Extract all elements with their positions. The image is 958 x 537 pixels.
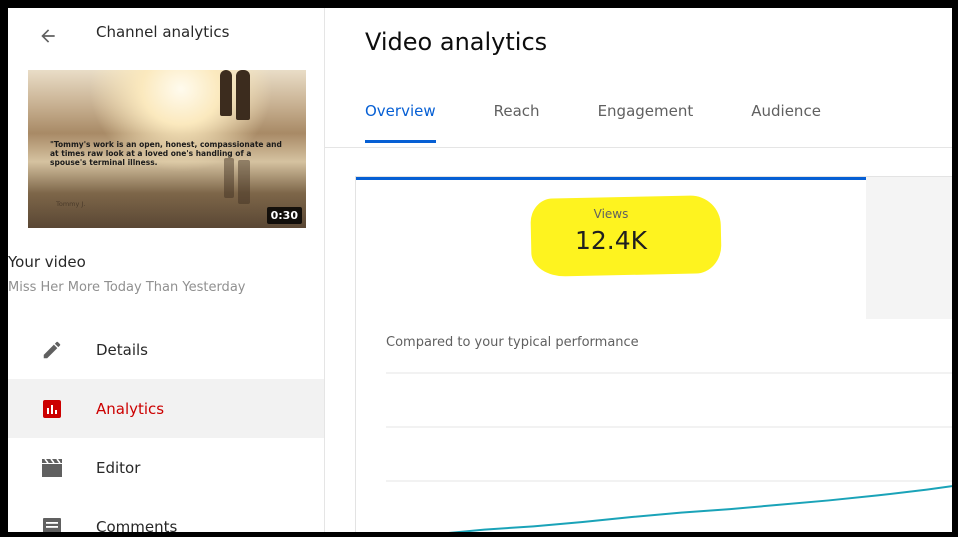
app-frame: Channel analytics "Tommy's work is an op… <box>8 8 952 532</box>
metric-value: 12.4K <box>574 226 648 255</box>
thumbnail-credit: Tommy J. <box>56 200 86 208</box>
your-video-label: Your video <box>8 253 86 271</box>
chart-series-line <box>448 485 952 532</box>
pencil-icon <box>40 338 64 362</box>
page-title: Video analytics <box>365 28 548 56</box>
metric-tab-views[interactable]: Views 12.4K <box>356 177 866 322</box>
analytics-icon <box>40 397 64 421</box>
sidebar-item-label: Analytics <box>96 399 165 418</box>
tab-divider <box>325 147 952 148</box>
comparison-caption: Compared to your typical performance <box>386 335 639 350</box>
video-thumbnail[interactable]: "Tommy's work is an open, honest, compas… <box>28 70 306 228</box>
sidebar-item-analytics[interactable]: Analytics <box>8 379 324 438</box>
comment-icon <box>40 515 64 532</box>
thumbnail-quote: "Tommy's work is an open, honest, compas… <box>50 140 282 167</box>
video-title: Miss Her More Today Than Yesterday <box>8 280 246 295</box>
arrow-back-icon <box>41 29 55 43</box>
sidebar-item-label: Details <box>96 340 149 359</box>
analytics-tabs: Overview Reach Engagement Audience <box>365 102 879 146</box>
views-line-chart <box>386 372 952 532</box>
sidebar-title: Channel analytics <box>96 23 230 41</box>
clapperboard-icon <box>40 456 64 480</box>
sidebar-item-details[interactable]: Details <box>8 320 324 379</box>
video-duration-badge: 0:30 <box>266 207 302 224</box>
tab-overview[interactable]: Overview <box>365 102 436 146</box>
sidebar-item-label: Editor <box>96 458 141 477</box>
metric-tab-next[interactable] <box>866 177 952 319</box>
sidebar-nav: Details Analytics Editor Comments <box>8 320 324 532</box>
main-content: Video analytics Overview Reach Engagemen… <box>325 8 952 532</box>
tab-audience[interactable]: Audience <box>751 102 821 146</box>
tab-reach[interactable]: Reach <box>494 102 540 146</box>
sidebar: Channel analytics "Tommy's work is an op… <box>8 8 325 532</box>
sidebar-item-comments[interactable]: Comments <box>8 497 324 532</box>
back-button[interactable] <box>34 22 62 50</box>
sidebar-item-label: Comments <box>96 517 178 533</box>
metrics-card: Views 12.4K Compared to your typical per… <box>355 176 952 532</box>
sidebar-item-editor[interactable]: Editor <box>8 438 324 497</box>
metric-label: Views <box>593 207 629 221</box>
tab-engagement[interactable]: Engagement <box>598 102 694 146</box>
